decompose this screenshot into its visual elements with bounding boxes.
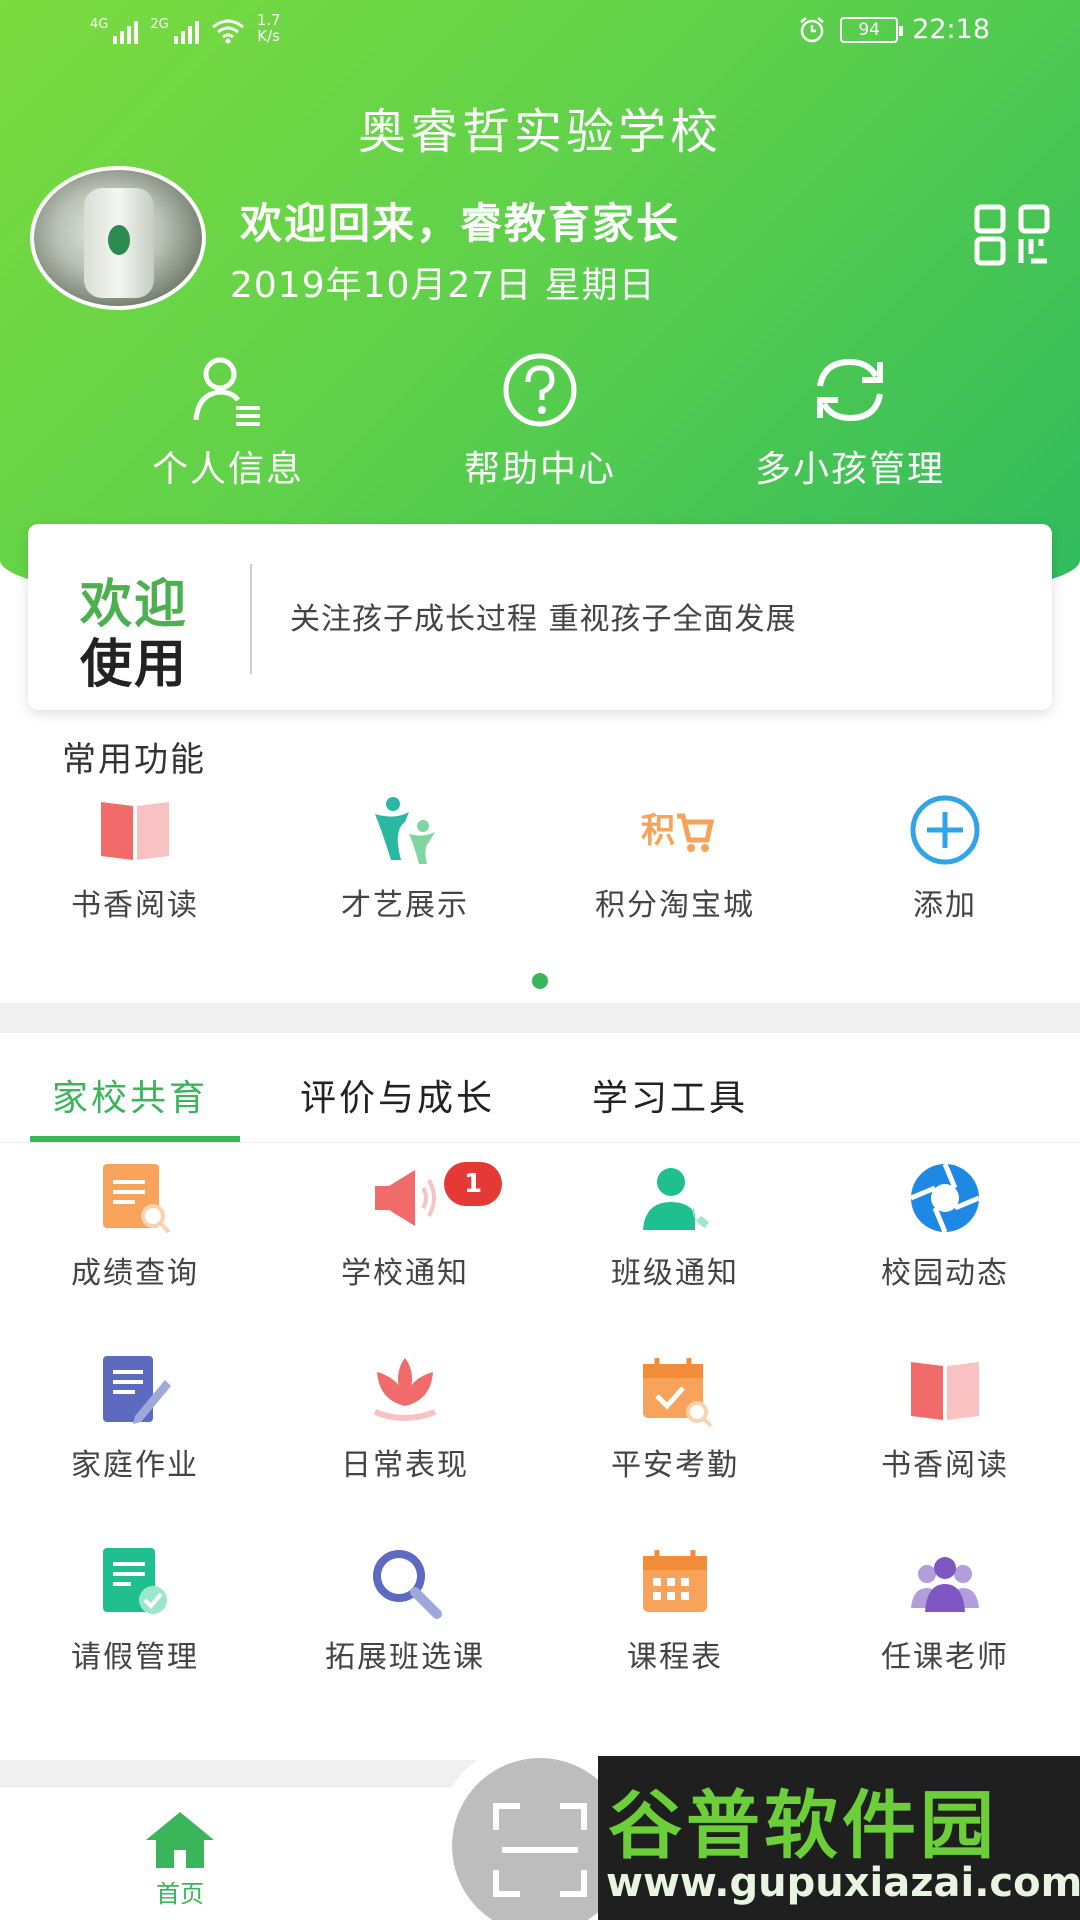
- tab-study-tools[interactable]: 学习工具: [592, 1069, 748, 1121]
- tab-home-school[interactable]: 家校共育: [52, 1069, 208, 1121]
- welcome-text: 欢迎回来，睿教育家长: [240, 199, 681, 248]
- leave-form-icon: [103, 1548, 167, 1614]
- speed-value: 1.7: [256, 11, 281, 29]
- add-circle-icon: [910, 795, 980, 865]
- megaphone-icon: [375, 1170, 436, 1226]
- feature-teachers[interactable]: 任课老师: [810, 1542, 1080, 1676]
- quick-multi-child[interactable]: 多小孩管理: [700, 350, 1000, 492]
- feature-grades-label: 成绩查询: [71, 1256, 199, 1291]
- status-bar: 4G 2G 1.7 K/s 94 22:18: [0, 0, 1080, 64]
- talent-icon: [375, 797, 435, 864]
- feature-timetable-label: 课程表: [627, 1640, 723, 1675]
- person-list-icon: [193, 357, 260, 426]
- feature-reading-label: 书香阅读: [881, 1448, 1009, 1483]
- active-tab-indicator: [30, 1136, 240, 1142]
- quick-personal-info[interactable]: 个人信息: [78, 350, 378, 492]
- section-separator: [0, 1003, 1080, 1033]
- aperture-icon: [910, 1163, 980, 1233]
- feature-daily-performance[interactable]: 日常表现: [270, 1350, 540, 1484]
- quick-help-center-label: 帮助中心: [463, 449, 616, 490]
- feature-leave-label: 请假管理: [71, 1640, 199, 1675]
- feature-teachers-label: 任课老师: [881, 1640, 1009, 1675]
- common-item-reading-label: 书香阅读: [71, 888, 199, 923]
- watermark-brand: 谷普软件园: [608, 1783, 998, 1869]
- calendar-check-icon: [643, 1358, 713, 1428]
- quick-personal-info-label: 个人信息: [151, 449, 304, 490]
- common-item-points-mall-label: 积分淘宝城: [595, 888, 755, 923]
- home-icon: [146, 1812, 214, 1868]
- common-item-talent[interactable]: 才艺展示: [270, 790, 540, 924]
- qr-code-icon[interactable]: [974, 204, 1050, 266]
- homework-pen-icon: [103, 1356, 171, 1424]
- banner-slogan: 关注孩子成长过程 重视孩子全面发展: [290, 602, 797, 637]
- feature-leave[interactable]: 请假管理: [0, 1542, 270, 1676]
- banner-title-line2: 使用: [80, 634, 189, 695]
- common-functions-title: 常用功能: [62, 740, 206, 780]
- feature-class-notice[interactable]: 班级通知: [540, 1158, 810, 1292]
- status-right: 94 22:18: [798, 14, 990, 45]
- network-speed: 1.7 K/s: [257, 12, 281, 44]
- feature-course-selection[interactable]: 拓展班选课: [270, 1542, 540, 1676]
- common-item-points-mall[interactable]: 积 积分淘宝城: [540, 790, 810, 924]
- common-item-add-label: 添加: [913, 888, 977, 923]
- scan-icon: [493, 1803, 587, 1897]
- feature-school-notice-label: 学校通知: [341, 1256, 469, 1291]
- alarm-icon: [800, 16, 824, 42]
- book-icon: [101, 802, 169, 860]
- question-circle-icon: [503, 353, 577, 427]
- feature-class-notice-label: 班级通知: [611, 1256, 739, 1291]
- feature-campus-news[interactable]: 校园动态: [810, 1158, 1080, 1292]
- lotus-icon: [373, 1358, 437, 1421]
- feature-daily-performance-label: 日常表现: [341, 1448, 469, 1483]
- report-search-icon: [103, 1164, 171, 1234]
- feature-attendance[interactable]: 平安考勤: [540, 1350, 810, 1484]
- speed-unit: K/s: [257, 27, 280, 45]
- feature-reading[interactable]: 书香阅读: [810, 1350, 1080, 1484]
- signal-1-type: 4G: [90, 17, 109, 32]
- points-cart-icon: 积: [641, 811, 715, 852]
- school-title: 奥睿哲实验学校: [357, 104, 722, 160]
- timetable-icon: [643, 1550, 707, 1612]
- status-time: 22:18: [912, 14, 990, 45]
- common-item-talent-label: 才艺展示: [341, 888, 469, 923]
- svg-text:积: 积: [641, 811, 675, 851]
- page-indicator-dot: [532, 973, 548, 989]
- watermark-logo: 谷普软件园 www.gupuxiazai.com: [598, 1756, 1080, 1920]
- feature-course-selection-label: 拓展班选课: [325, 1640, 485, 1675]
- avatar[interactable]: [30, 166, 206, 310]
- common-item-reading[interactable]: 书香阅读: [0, 790, 270, 924]
- category-tabs: 家校共育 评价与成长 学习工具: [0, 1033, 1080, 1143]
- book-icon: [911, 1362, 979, 1420]
- refresh-icon: [817, 358, 883, 422]
- feature-homework[interactable]: 家庭作业: [0, 1350, 270, 1484]
- banner-divider: [250, 564, 252, 674]
- magnifier-icon: [373, 1550, 442, 1619]
- nav-home[interactable]: 首页: [140, 1810, 220, 1909]
- contact-phone-icon: [643, 1168, 709, 1230]
- tab-evaluation-growth[interactable]: 评价与成长: [300, 1069, 495, 1121]
- quick-multi-child-label: 多小孩管理: [754, 449, 945, 490]
- current-date: 2019年10月27日 星期日: [230, 265, 656, 306]
- welcome-banner[interactable]: 欢迎 使用 关注孩子成长过程 重视孩子全面发展: [28, 524, 1052, 710]
- feature-grades[interactable]: 成绩查询: [0, 1158, 270, 1292]
- feature-timetable[interactable]: 课程表: [540, 1542, 810, 1676]
- signal-1: 4G: [90, 17, 139, 44]
- avatar-photo-leaf: [108, 225, 130, 255]
- feature-homework-label: 家庭作业: [71, 1448, 199, 1483]
- nav-home-label: 首页: [156, 1880, 204, 1908]
- signal-2: 2G: [150, 17, 199, 44]
- wifi-icon: [211, 18, 245, 44]
- feature-campus-news-label: 校园动态: [881, 1256, 1009, 1291]
- watermark-url: www.gupuxiazai.com: [606, 1860, 1080, 1906]
- signal-2-type: 2G: [150, 17, 169, 32]
- notification-badge: 1: [444, 1162, 502, 1206]
- quick-help-center[interactable]: 帮助中心: [390, 350, 690, 492]
- teachers-icon: [911, 1557, 979, 1612]
- battery-indicator: 94: [840, 16, 904, 43]
- common-item-add[interactable]: 添加: [810, 790, 1080, 924]
- feature-attendance-label: 平安考勤: [611, 1448, 739, 1483]
- status-left: 4G 2G 1.7 K/s: [90, 12, 281, 44]
